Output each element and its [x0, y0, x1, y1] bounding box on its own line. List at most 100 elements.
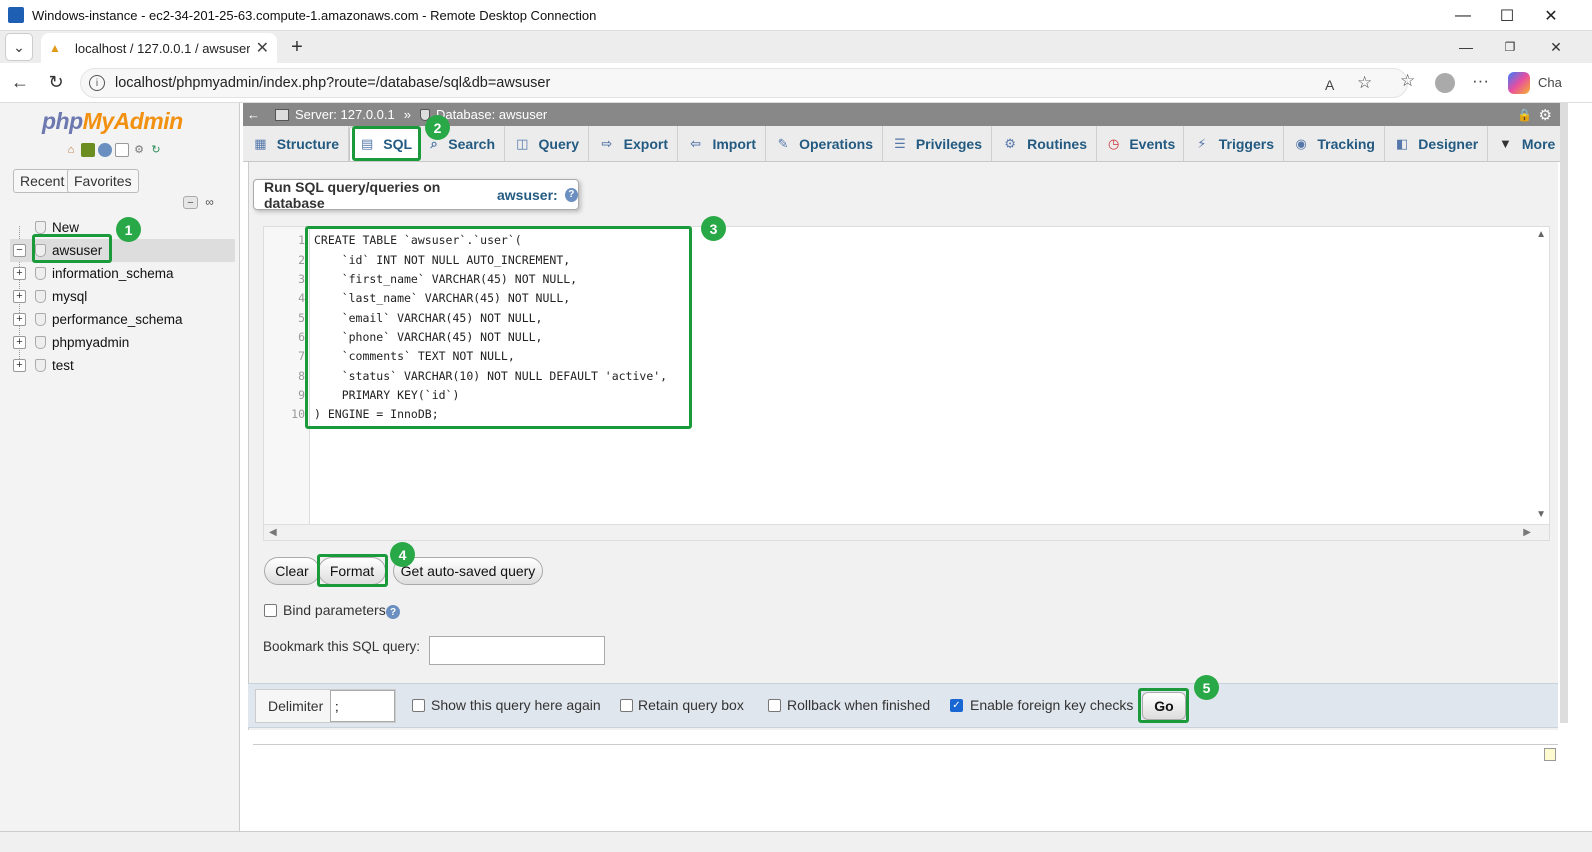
settings-gear-icon[interactable]: ⚙ — [132, 143, 146, 157]
new-db-icon — [35, 221, 46, 234]
link-icon[interactable]: ∞ — [202, 196, 217, 209]
tab-close-icon[interactable]: ✕ — [256, 38, 269, 58]
copilot-icon[interactable] — [1508, 72, 1530, 94]
help-icon[interactable] — [98, 143, 112, 157]
scroll-left-icon[interactable]: ◀ — [269, 527, 277, 538]
sql-legend: Run SQL query/queries on database awsuse… — [253, 179, 579, 211]
help-icon[interactable]: ? — [564, 187, 578, 202]
url-input[interactable]: i localhost/phpmyadmin/index.php?route=/… — [80, 68, 1408, 98]
privileges-icon: ☰ — [894, 135, 906, 151]
clear-button[interactable]: Clear — [264, 557, 320, 585]
browser-close-icon[interactable]: ✕ — [1542, 33, 1570, 61]
lock-icon[interactable]: 🔒 — [1517, 108, 1532, 122]
tab-title: localhost / 127.0.0.1 / awsuser | p — [75, 40, 250, 56]
clock-icon: ◷ — [1108, 135, 1120, 151]
tree-item-mysql[interactable]: + mysql — [10, 285, 235, 308]
rdp-titlebar: Windows-instance - ec2-34-201-25-63.comp… — [0, 0, 1592, 31]
show-query-again-checkbox[interactable] — [412, 699, 425, 712]
expand-icon[interactable]: + — [13, 359, 26, 372]
retain-query-box-label: Retain query box — [638, 697, 744, 713]
phpmyadmin-logo[interactable]: phpMyAdmin — [42, 108, 183, 135]
collapse-all-icon[interactable]: − — [183, 196, 198, 209]
database-icon — [35, 336, 46, 349]
tree-item-test[interactable]: + test — [10, 354, 235, 377]
retain-query-box-checkbox[interactable] — [620, 699, 633, 712]
bookmark-input[interactable] — [429, 636, 605, 665]
rollback-label: Rollback when finished — [787, 697, 931, 713]
expand-icon[interactable]: + — [13, 290, 26, 303]
page-scrollbar[interactable] — [1560, 103, 1568, 723]
close-icon[interactable]: ✕ — [1528, 0, 1574, 31]
foreign-key-checks-checkbox[interactable]: ✓ — [950, 699, 963, 712]
scroll-up-icon[interactable]: ▲ — [1536, 229, 1546, 240]
expand-icon[interactable]: + — [13, 336, 26, 349]
profile-avatar-icon[interactable] — [1435, 73, 1455, 93]
expand-icon[interactable]: + — [13, 313, 26, 326]
scroll-down-icon[interactable]: ▼ — [1536, 509, 1546, 520]
maximize-icon[interactable]: ☐ — [1484, 0, 1530, 31]
new-tab-icon[interactable]: + — [283, 33, 311, 61]
back-arrow-icon[interactable]: ← — [2, 65, 38, 101]
expand-icon[interactable]: + — [13, 267, 26, 280]
tab-actions-chevron-icon[interactable]: ⌄ — [5, 33, 33, 61]
favorites-bar-icon[interactable]: ☆ — [1400, 71, 1415, 91]
export-icon: ⇨ — [601, 135, 613, 151]
scroll-right-icon[interactable]: ▶ — [1523, 527, 1531, 538]
home-icon[interactable]: ⌂ — [64, 143, 78, 157]
horizontal-scrollbar[interactable]: ◀ ▶ — [264, 524, 1549, 540]
tab-more[interactable]: ▼ More — [1488, 126, 1560, 161]
get-auto-saved-query-button[interactable]: Get auto-saved query — [393, 557, 543, 585]
bind-help-icon[interactable]: ? — [386, 605, 400, 619]
routines-icon: ⚙ — [1004, 135, 1016, 151]
navigation-panel: phpMyAdmin ⌂ ⚙ ↻ Recent Favorites − ∞ Ne… — [0, 103, 240, 831]
tab-tracking[interactable]: ◉ Tracking — [1284, 126, 1385, 161]
reload-icon[interactable]: ↻ — [38, 65, 74, 101]
line-number-gutter: 1 2 3 4 5 6 7 8 9 10 — [264, 227, 310, 524]
minimize-icon[interactable]: — — [1440, 0, 1486, 31]
tab-export[interactable]: ⇨ Export — [589, 126, 678, 161]
tab-events[interactable]: ◷ Events — [1097, 126, 1184, 161]
bind-parameters-checkbox[interactable] — [264, 604, 277, 617]
read-aloud-icon[interactable]: A — [1325, 77, 1334, 93]
docs-icon[interactable] — [115, 143, 129, 157]
structure-icon: ▦ — [254, 135, 267, 151]
rdp-title: Windows-instance - ec2-34-201-25-63.comp… — [32, 7, 597, 23]
site-info-icon[interactable]: i — [89, 75, 105, 91]
tree-item-phpmyadmin[interactable]: + phpmyadmin — [10, 331, 235, 354]
tab-designer[interactable]: ◧ Designer — [1385, 126, 1488, 161]
favorites-button[interactable]: Favorites — [67, 169, 139, 193]
step-badge-1: 1 — [116, 217, 141, 242]
favorite-star-icon[interactable]: ☆ — [1357, 73, 1372, 93]
tab-structure[interactable]: ▦ Structure — [243, 126, 349, 161]
tab-operations[interactable]: ✎ Operations — [766, 126, 883, 161]
browser-tab[interactable]: ▲ localhost / 127.0.0.1 / awsuser | p ✕ — [41, 33, 277, 63]
tab-import[interactable]: ⇦ Import — [678, 126, 766, 161]
query-options-bar: Delimiter Show this query here again Ret… — [248, 683, 1558, 728]
tab-query[interactable]: ◫ Query — [505, 126, 589, 161]
console-toggle-icon[interactable] — [1544, 748, 1556, 761]
breadcrumb-server[interactable]: Server: 127.0.0.1 — [275, 107, 395, 122]
copilot-label[interactable]: Cha — [1538, 75, 1562, 90]
delimiter-label: Delimiter — [268, 698, 324, 714]
tab-routines[interactable]: ⚙ Routines — [992, 126, 1097, 161]
more-dots-icon[interactable]: ··· — [1472, 71, 1489, 91]
reload-nav-icon[interactable]: ↻ — [149, 143, 163, 157]
page-settings-gear-icon[interactable]: ⚙ — [1539, 106, 1552, 124]
delimiter-input[interactable] — [330, 690, 395, 722]
tree-item-performance-schema[interactable]: + performance_schema — [10, 308, 235, 331]
tab-triggers[interactable]: ⚡ Triggers — [1184, 126, 1284, 161]
tree-item-information-schema[interactable]: + information_schema — [10, 262, 235, 285]
browser-restore-icon[interactable]: ❐ — [1496, 33, 1524, 61]
recent-button[interactable]: Recent — [13, 169, 72, 193]
phpmyadmin-favicon-icon: ▲ — [49, 41, 61, 55]
tab-privileges[interactable]: ☰ Privileges — [883, 126, 992, 161]
collapse-icon[interactable]: − — [13, 244, 26, 257]
browser-minimize-icon[interactable]: — — [1452, 33, 1480, 61]
query-icon: ◫ — [516, 135, 529, 151]
import-icon: ⇦ — [690, 135, 702, 151]
rollback-checkbox[interactable] — [768, 699, 781, 712]
legend-database-link[interactable]: awsuser: — [497, 187, 558, 203]
collapse-nav-arrow-icon[interactable]: ← — [247, 107, 265, 122]
logout-icon[interactable] — [81, 143, 95, 157]
bind-parameters-label: Bind parameters — [283, 602, 386, 618]
